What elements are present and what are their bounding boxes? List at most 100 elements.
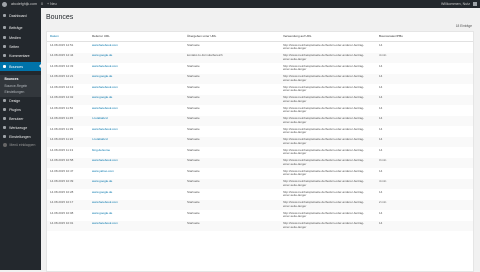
wordpress-logo-icon[interactable] [2, 2, 7, 8]
sidebar-item-label: Benutzer [9, 116, 24, 121]
cell-via: kontakt-zu-formularbereich [187, 53, 223, 57]
table-row: 14.08.2015 12:02 www.google.de Startseite h… [47, 94, 473, 105]
cell-referrer-link[interactable]: bing.de/some [92, 148, 110, 153]
table-row: 14.08.2015 10:47 www.yahoo.com Startseite h… [47, 168, 473, 179]
cell-referrer-link[interactable]: t.co/ababcd [92, 116, 108, 121]
cell-target-url: http://www.meinbeispielseite.de/bei/ein-… [283, 168, 365, 177]
cell-date: 14.08.2015 10:39 [50, 179, 74, 183]
cell-target-url: http://www.meinbeispielseite.de/bei/ein-… [283, 210, 365, 219]
pin-icon [2, 25, 7, 30]
sidebar-item-werkzeuge[interactable]: Werkzeuge [0, 123, 41, 132]
cell-rate: 3 min [379, 158, 387, 162]
sidebar-item-design[interactable]: Design [0, 96, 41, 105]
cell-referrer-link[interactable]: www.facebook.com [92, 64, 118, 69]
column-header-referrer: Referrer URL [92, 34, 110, 38]
table-row: 14.08.2015 10:58 www.facebook.com Startsei… [47, 157, 473, 168]
howdy-user-link[interactable]: Willkommen, Nutz [441, 0, 470, 8]
cell-date: 14.08.2015 12:44 [50, 53, 74, 57]
sidebar-item-plugins[interactable]: Plugins [0, 105, 41, 114]
table-row: 14.08.2015 10:17 www.facebook.com Startsei… [47, 199, 473, 210]
cell-date: 14.08.2015 12:13 [50, 84, 74, 89]
sidebar-item-label: Seiten [9, 44, 20, 49]
cell-referrer-link[interactable]: www.yahoo.com [92, 169, 114, 174]
cell-date: 14.08.2015 10:01 [50, 221, 74, 225]
table-header: Datum Referrer URL Übergeben unter URL V… [47, 32, 473, 42]
submenu-item[interactable]: Bounces [5, 77, 19, 81]
submenu-item[interactable]: Bounce-Regeln [5, 84, 28, 88]
table-row: 14.08.2015 11:45 t.co/ababcd Startseite htt… [47, 115, 473, 126]
cell-via: Startseite [187, 74, 200, 78]
cell-date: 14.08.2015 10:17 [50, 200, 74, 204]
admin-sidebar: Dashboard Beiträge Medien Seiten Kommentare B… [0, 8, 41, 270]
cell-referrer-link[interactable]: www.facebook.com [92, 221, 118, 226]
sidebar-item-benutzer[interactable]: Benutzer [0, 114, 41, 123]
cell-target-url: http://www.meinbeispielseite.de/bei/ein-… [283, 42, 365, 51]
cell-via: Startseite [187, 189, 200, 194]
column-header-date[interactable]: Datum [50, 34, 59, 39]
active-menu-arrow [39, 64, 41, 68]
sidebar-item-label: Einstellungen [9, 134, 31, 139]
table-row: 14.08.2015 12:33 www.facebook.com Startsei… [47, 63, 473, 74]
sidebar-item-medien[interactable]: Medien [0, 33, 41, 42]
sidebar-item-einstellungen[interactable]: Einstellungen [0, 132, 41, 141]
cell-rate: 14 [379, 137, 383, 141]
sidebar-item-seiten[interactable]: Seiten [0, 42, 41, 51]
cell-via: Startseite [187, 95, 200, 99]
sidebar-item-kommentare[interactable]: Kommentare [0, 51, 41, 60]
cell-referrer-link[interactable]: www.facebook.com [92, 106, 118, 111]
site-name-link[interactable]: abcdefghijk.com [11, 0, 37, 8]
cell-referrer-link[interactable]: t.co/ababcd [92, 137, 108, 142]
table-row: 14.08.2015 11:13 bing.de/some Startseite ht… [47, 147, 473, 158]
sidebar-item-beitr-ge[interactable]: Beiträge [0, 23, 41, 32]
cell-date: 14.08.2015 11:52 [50, 105, 74, 110]
sidebar-item-label: Werkzeuge [9, 125, 28, 130]
sidebar-item-label: Bounces [9, 64, 24, 69]
brush-icon [2, 98, 7, 103]
cell-target-url: http://www.meinbeispielseite.de/bei/ein-… [283, 63, 365, 72]
cell-target-url: http://www.meinbeispielseite.de/bei/ein-… [283, 53, 365, 61]
cell-rate: 14 [379, 74, 383, 78]
bounces-submenu: Bounces Bounce-Regeln Einstellungen [0, 75, 41, 97]
cell-referrer-link[interactable]: www.google.de [92, 190, 112, 195]
cell-referrer-link[interactable]: www.facebook.com [92, 85, 118, 90]
cell-rate: 4 min [379, 53, 387, 57]
cell-referrer-link[interactable]: www.facebook.com [92, 158, 118, 163]
collapse-menu-button[interactable]: Menü einklappen [0, 141, 41, 149]
comments-count[interactable]: 0 [41, 0, 43, 8]
admin-bar: abcdefghijk.com 0 + Neu Willkommen, Nutz [0, 0, 480, 8]
plugins-icon [2, 107, 7, 112]
cell-referrer-link[interactable]: www.google.de [92, 74, 112, 79]
avatar[interactable] [473, 2, 477, 6]
cell-referrer-link[interactable]: www.facebook.com [92, 127, 118, 132]
new-content-link[interactable]: + Neu [47, 0, 57, 8]
cell-rate: 14 [379, 126, 383, 131]
cell-date: 14.08.2015 10:08 [50, 210, 74, 215]
table-row: 14.08.2015 12:21 www.google.de Startseite h… [47, 73, 473, 84]
table-row: 14.08.2015 11:39 www.facebook.com Startsei… [47, 126, 473, 137]
cell-date: 14.08.2015 10:47 [50, 168, 74, 173]
table-row: 14.08.2015 10:01 www.facebook.com Startsei… [47, 220, 473, 231]
sidebar-item-dashboard[interactable]: Dashboard [0, 11, 41, 20]
media-icon [2, 35, 7, 40]
cell-referrer-link[interactable]: www.google.de [92, 53, 112, 58]
sidebar-item-label: Medien [9, 35, 21, 40]
sidebar-item-label: Dashboard [9, 13, 27, 18]
cell-target-url: http://www.meinbeispielseite.de/bei/ein-… [283, 147, 365, 156]
cell-rate: 14 [379, 221, 383, 225]
submenu-item[interactable]: Einstellungen [5, 90, 25, 94]
cell-referrer-link[interactable]: www.google.de [92, 211, 112, 216]
cell-date: 14.08.2015 11:45 [50, 116, 74, 120]
column-header-via: Übergeben unter URL [187, 34, 217, 38]
cell-referrer-link[interactable]: www.google.de [92, 95, 112, 100]
tools-icon [2, 125, 7, 130]
cell-via: Startseite [187, 147, 200, 152]
column-header-target: Verwendung auf URL [283, 34, 312, 38]
table-row: 14.08.2015 12:13 www.facebook.com Startsei… [47, 84, 473, 95]
sidebar-item-bounces[interactable]: Bounces [0, 62, 41, 71]
cell-referrer-link[interactable]: www.facebook.com [92, 200, 118, 205]
cell-via: Startseite [187, 116, 200, 120]
cell-referrer-link[interactable]: www.facebook.com [92, 43, 118, 48]
cell-referrer-link[interactable]: www.google.de [92, 179, 112, 184]
settings-icon [2, 134, 7, 139]
sidebar-item-label: Kommentare [9, 53, 30, 58]
